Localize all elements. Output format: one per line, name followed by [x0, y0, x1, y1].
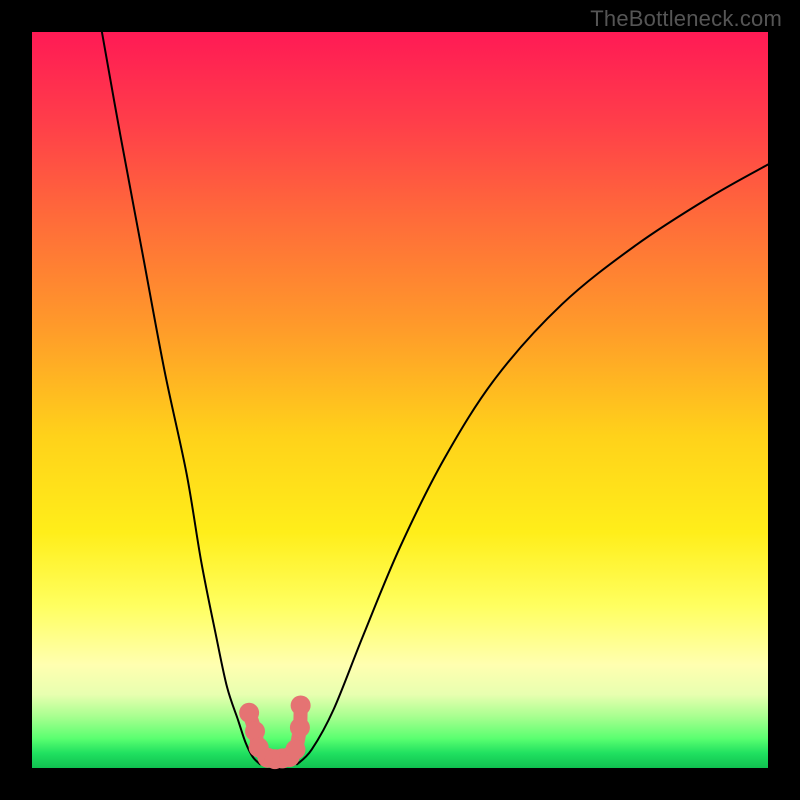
chart-frame: TheBottleneck.com — [0, 0, 800, 800]
chart-plot-area — [32, 32, 768, 768]
watermark-text: TheBottleneck.com — [590, 6, 782, 32]
